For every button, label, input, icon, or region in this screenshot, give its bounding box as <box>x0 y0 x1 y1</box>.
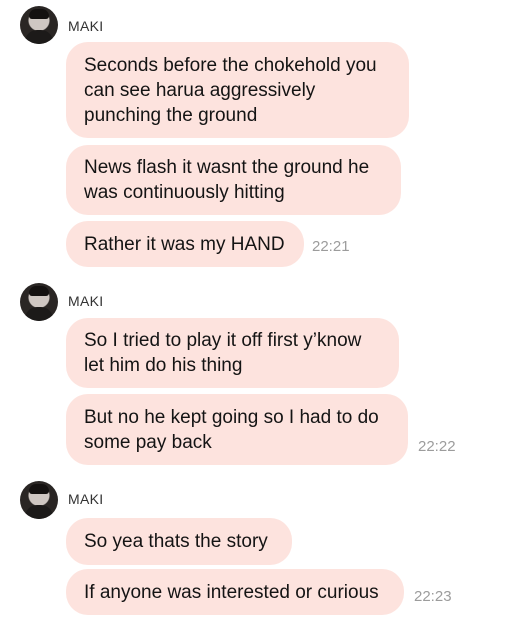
sender-name: MAKI <box>68 18 104 34</box>
message-bubble[interactable]: So yea thats the story <box>66 518 292 565</box>
sender-name: MAKI <box>68 491 104 507</box>
message-timestamp: 22:22 <box>418 438 456 455</box>
message-bubble[interactable]: News flash it wasnt the ground he was co… <box>66 145 401 215</box>
sender-name: MAKI <box>68 293 104 309</box>
message-bubble[interactable]: So I tried to play it off first y’know l… <box>66 318 399 388</box>
message-bubble[interactable]: Seconds before the chokehold you can see… <box>66 42 409 138</box>
message-bubble[interactable]: Rather it was my HAND <box>66 221 304 267</box>
avatar[interactable] <box>20 283 58 321</box>
message-timestamp: 22:21 <box>312 238 350 255</box>
avatar[interactable] <box>20 6 58 44</box>
message-bubble[interactable]: If anyone was interested or curious <box>66 569 404 615</box>
avatar[interactable] <box>20 481 58 519</box>
message-timestamp: 22:23 <box>414 588 452 605</box>
message-bubble[interactable]: But no he kept going so I had to do some… <box>66 394 408 465</box>
